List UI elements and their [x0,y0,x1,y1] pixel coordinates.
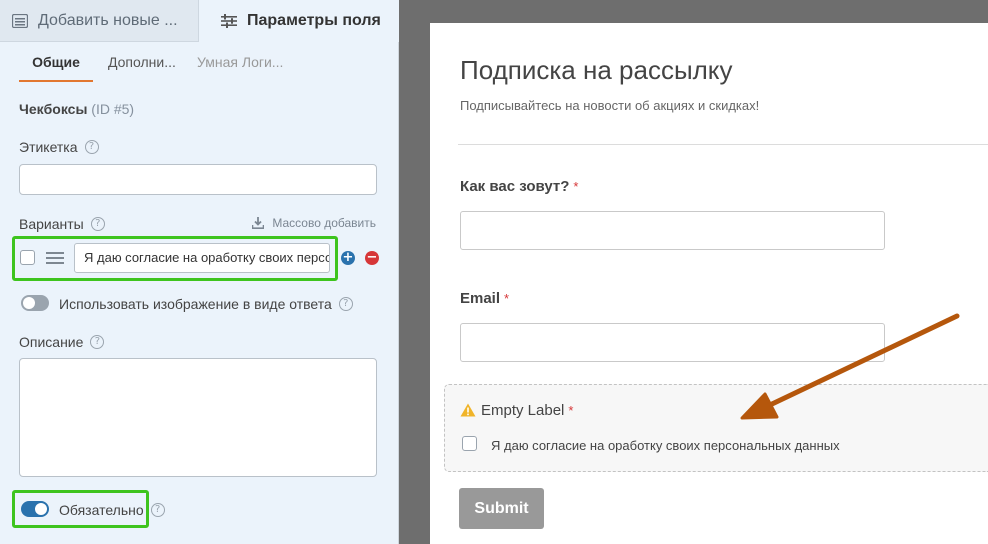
description-title-text: Описание [19,334,84,350]
field-options-subtabs: Общие Дополни... Умная Логи... [19,52,379,82]
checkbox-field-label: Empty Label * [481,402,573,419]
use-image-label-row: Использовать изображение в виде ответа ? [59,296,353,312]
email-field-label[interactable]: Email * [460,290,509,307]
tab-add-fields[interactable]: Добавить новые ... [0,0,199,42]
required-label: Обязательно [59,502,144,518]
label-input[interactable] [19,164,377,195]
tab-field-options-label: Параметры поля [247,12,381,29]
name-field-label[interactable]: Как вас зовут? * [460,178,578,195]
email-input[interactable] [460,323,885,362]
name-input[interactable] [460,211,885,250]
field-id: (ID #5) [91,101,135,117]
choice-default-checkbox[interactable] [20,250,35,265]
use-image-toggle[interactable] [21,295,49,311]
choices-title: Варианты ? [19,216,105,232]
drag-handle-icon[interactable] [46,252,64,264]
field-type-title: Чекбоксы (ID #5) [19,101,134,117]
add-choice-icon[interactable]: + [341,251,355,265]
form-title: Подписка на рассылку [460,55,733,85]
form-preview: Подписка на рассылку Подписывайтесь на н… [430,23,988,544]
warning-icon [460,403,476,417]
required-mark: * [504,291,510,306]
subtab-general[interactable]: Общие [19,52,93,82]
label-field-title: Этикетка ? [19,139,99,155]
subtab-smart-logic[interactable]: Умная Логи... [197,52,297,82]
sliders-icon [221,14,237,28]
download-icon [252,217,265,229]
label-field-text: Этикетка [19,139,78,155]
required-mark: * [573,179,579,194]
submit-button[interactable]: Submit [459,488,544,529]
checkbox-field-label-text: Empty Label [481,402,565,419]
choices-title-text: Варианты [19,216,84,232]
tab-field-options[interactable]: Параметры поля [199,0,399,42]
list-icon [12,13,28,28]
field-type-label: Чекбоксы [19,101,88,117]
form-description: Подписывайтесь на новости об акциях и ск… [460,98,760,113]
use-image-label: Использовать изображение в виде ответа [59,296,332,312]
required-toggle[interactable] [21,501,49,517]
panel-tabs: Добавить новые ... Параметры поля [0,0,399,42]
choice-input[interactable]: Я даю согласие на оработку своих персона… [74,243,330,273]
divider [458,144,988,145]
consent-option-label: Я даю согласие на оработку своих персона… [491,438,840,453]
name-field-label-text: Как вас зовут? [460,178,570,195]
description-textarea[interactable] [19,358,377,477]
help-icon[interactable]: ? [90,335,105,349]
subtab-advanced[interactable]: Дополни... [108,52,188,82]
tab-add-fields-label: Добавить новые ... [38,11,178,29]
remove-choice-icon[interactable]: − [365,251,379,265]
consent-checkbox[interactable] [462,436,477,451]
description-title: Описание ? [19,334,105,350]
checkbox-field-selected[interactable]: Empty Label * Я даю согласие на оработку … [444,384,988,472]
help-icon[interactable]: ? [338,297,353,311]
bulk-add-link[interactable]: Массово добавить [252,216,376,230]
required-label-row: Обязательно ? [59,502,165,518]
field-options-panel: Добавить новые ... Параметры поля Общие … [0,0,399,544]
help-icon[interactable]: ? [84,140,99,154]
help-icon[interactable]: ? [90,217,105,231]
email-field-label-text: Email [460,290,501,307]
bulk-add-label: Массово добавить [272,216,376,230]
required-mark: * [568,403,574,418]
help-icon[interactable]: ? [150,503,165,517]
